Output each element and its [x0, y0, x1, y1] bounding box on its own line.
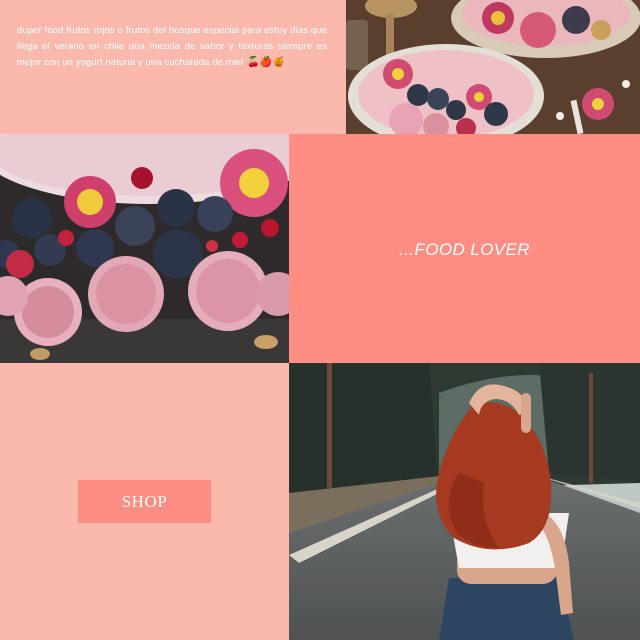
shop-tile: SHOP	[0, 363, 289, 640]
smoothie-bowl-photo-top	[346, 0, 640, 134]
food-lover-banner: ...FOOD LOVER	[289, 134, 640, 363]
caption-emojis: 🍒🍎🍯	[247, 56, 286, 68]
berries-photo	[0, 134, 289, 363]
shop-button[interactable]: SHOP	[78, 480, 211, 523]
caption-tile: duper food frutos rojos o frutos del bos…	[0, 0, 346, 134]
woman-road-photo	[289, 363, 640, 640]
smoothie-bowl-illustration	[346, 0, 640, 134]
berries-illustration	[0, 134, 289, 363]
caption-text: duper food frutos rojos o frutos del bos…	[17, 22, 327, 70]
woman-road-illustration	[289, 363, 640, 640]
food-lover-label: ...FOOD LOVER	[399, 240, 530, 259]
